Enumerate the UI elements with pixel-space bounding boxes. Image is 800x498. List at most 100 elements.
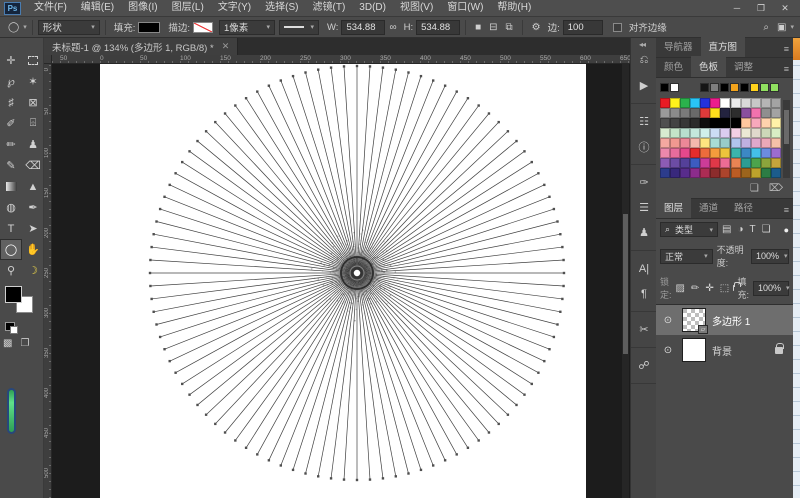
color-swatch[interactable] [710,98,721,108]
color-swatch[interactable] [770,158,781,168]
document-tab[interactable]: 未标题-1 @ 134% (多边形 1, RGB/8) * ✕ [44,38,239,55]
tab-channels[interactable]: 通道 [691,197,726,218]
color-swatch[interactable] [720,108,731,118]
tool-preset-caret-icon[interactable]: ▾ [23,23,27,31]
gradient-tool[interactable] [0,176,22,197]
sides-input[interactable]: 100 [562,19,603,35]
tab-swatches[interactable]: 色板 [691,56,727,77]
color-swatch[interactable] [680,168,691,178]
vertical-ruler[interactable]: 0 50 100 150 200 250 300 350 400 450 500 [44,64,52,498]
color-swatch[interactable] [700,108,711,118]
filter-kind-select[interactable]: ⌕ 类型 ▾ [660,222,718,237]
type-tool[interactable]: T [0,218,22,239]
color-swatch[interactable] [660,138,670,148]
color-swatch[interactable] [670,158,681,168]
color-swatch[interactable] [710,118,721,128]
marquee-tool[interactable] [22,50,44,71]
color-swatch[interactable] [760,168,771,178]
path-arrangement-button[interactable]: ⧉ [506,22,513,33]
zoom-tool[interactable]: ⚲ [0,260,22,281]
color-swatch[interactable] [770,128,781,138]
tab-color[interactable]: 颜色 [656,56,691,77]
eraser-tool[interactable]: ⌫ [22,155,44,176]
dodge-tool[interactable]: ◍ [0,197,22,218]
eyedropper-tool[interactable]: ✐ [0,113,22,134]
color-swatch[interactable] [720,148,731,158]
delete-swatch-button[interactable]: ⌦ [769,183,783,194]
layer-name[interactable]: 多边形 1 [712,313,750,328]
icon-3[interactable]: ⬚ [720,283,729,294]
color-swatch[interactable] [680,118,691,128]
visibility-eye-icon[interactable]: ⊙ [660,345,676,356]
opacity-select[interactable]: 100% ▾ [751,248,789,264]
color-swatch[interactable] [720,158,731,168]
color-swatch[interactable] [670,148,681,158]
stroke-color-swatch[interactable] [193,21,213,33]
icon-3[interactable]: ❏ [762,224,771,235]
tab-histogram[interactable]: 直方图 [700,36,746,57]
magic-wand-tool[interactable]: ✶ [22,71,44,92]
tab-adjustments[interactable]: 调整 [726,56,761,77]
color-swatch[interactable] [750,128,761,138]
color-swatch[interactable] [770,168,781,178]
color-swatch[interactable] [750,158,761,168]
color-swatch[interactable] [690,128,701,138]
color-swatch[interactable] [740,168,751,178]
workspace-switcher-icon[interactable]: ▣ [777,22,786,33]
blur-sharpen-tool[interactable]: ▲ [22,176,44,197]
hand-tool[interactable]: ✋ [22,239,44,260]
restore-button[interactable]: ❐ [750,2,772,15]
menu-item-2[interactable]: 图像(I) [121,0,164,16]
color-swatch[interactable] [700,148,711,158]
menu-item-5[interactable]: 选择(S) [258,0,305,16]
recent-swatch[interactable] [660,83,669,92]
color-swatch[interactable] [750,168,761,178]
brush-settings-panel-icon[interactable]: ✑ [631,170,657,195]
icon-0[interactable]: ▤ [722,224,731,235]
layer-row-polygon[interactable]: ⊙ ▱ 多边形 1 [656,305,793,335]
layer-row-background[interactable]: ⊙ 背景 [656,335,793,365]
icon-2[interactable]: ✛ [705,283,713,294]
crop-tool[interactable]: ♯ [0,92,22,113]
color-swatch[interactable] [670,128,681,138]
paragraph-panel-icon[interactable]: ¶ [631,281,657,306]
color-swatch[interactable] [660,98,670,108]
color-swatch[interactable] [750,148,761,158]
gear-icon[interactable]: ⚙ [532,22,541,33]
color-swatch[interactable] [770,118,781,128]
shape-tool[interactable]: ◯ [0,239,22,260]
character-panel-icon[interactable]: A| [631,256,657,281]
color-swatch[interactable] [660,118,670,128]
icon-0[interactable]: ▨ [676,283,685,294]
color-swatch[interactable] [700,168,711,178]
color-swatch[interactable] [750,118,761,128]
search-icon[interactable]: ⌕ [763,22,769,33]
healing-brush-tool[interactable]: ⌹ [22,113,44,134]
clone-stamp-tool[interactable]: ♟ [22,134,44,155]
color-swatch[interactable] [660,158,670,168]
recent-swatch[interactable] [710,83,719,92]
fill-opacity-select[interactable]: 100% ▾ [753,280,790,296]
menu-item-3[interactable]: 图层(L) [165,0,211,16]
fill-color-swatch[interactable] [138,21,161,33]
color-swatch[interactable] [700,118,711,128]
icon-2[interactable]: T [750,224,756,235]
menu-item-10[interactable]: 帮助(H) [490,0,538,16]
path-operations-button[interactable]: ■ [475,22,481,33]
color-swatch[interactable] [700,128,711,138]
color-swatch[interactable] [680,98,691,108]
tool-mode-select[interactable]: 形状 ▾ [37,19,100,35]
canvas[interactable] [100,64,586,498]
menu-item-9[interactable]: 窗口(W) [440,0,490,16]
link-dimensions-icon[interactable]: ∞ [389,22,396,33]
color-swatch[interactable] [720,118,731,128]
color-swatch[interactable] [680,138,691,148]
filter-pin-toggle[interactable]: ● [784,225,789,235]
color-swatch[interactable] [660,148,670,158]
properties-panel-icon[interactable]: ☷ [631,109,657,134]
color-swatch[interactable] [730,118,741,128]
color-swatch[interactable] [730,158,741,168]
color-swatch[interactable] [680,108,691,118]
color-swatch[interactable] [760,98,771,108]
brush-tool[interactable]: ✏ [0,134,22,155]
